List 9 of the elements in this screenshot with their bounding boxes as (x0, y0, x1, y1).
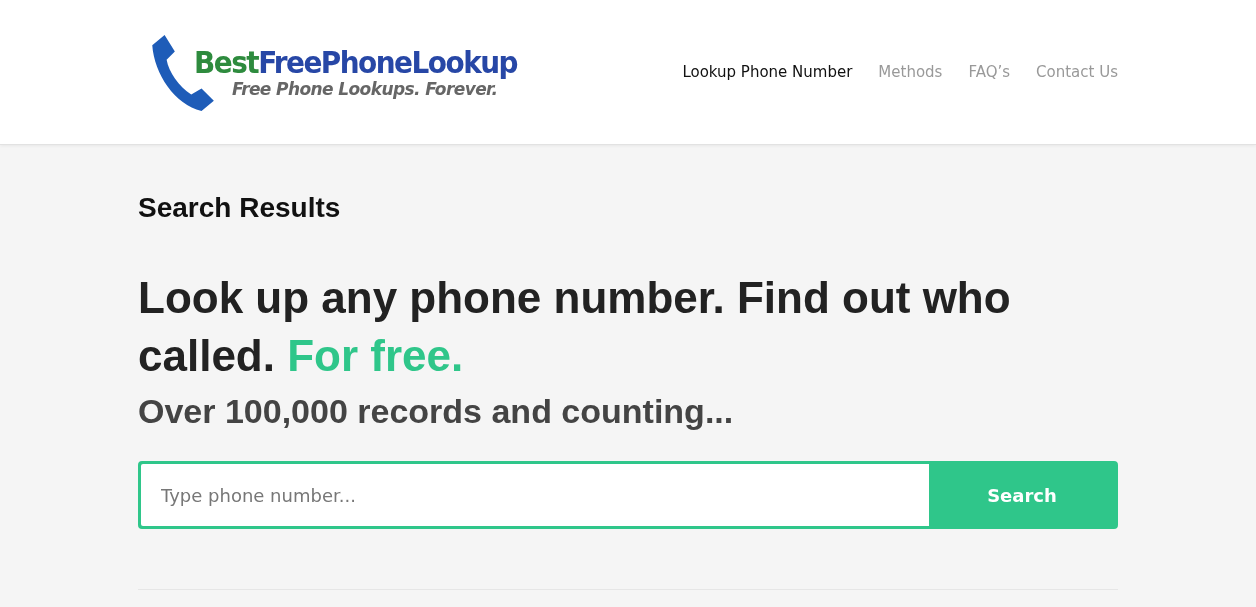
nav-link[interactable]: Lookup Phone Number (682, 63, 853, 81)
nav-link[interactable]: Contact Us (1036, 63, 1118, 81)
nav-link[interactable]: FAQ’s (968, 63, 1011, 81)
logo-tagline: Free Phone Lookups. Forever. (232, 79, 498, 99)
phone-number-field[interactable]: Type phone number... (141, 464, 929, 526)
nav-link[interactable]: Methods (878, 63, 943, 81)
page-title: Search Results (138, 191, 342, 225)
subheadline: Over 100,000 records and counting... (138, 391, 735, 431)
headline: Look up any phone number. Find out who called. For free. (138, 272, 1012, 382)
